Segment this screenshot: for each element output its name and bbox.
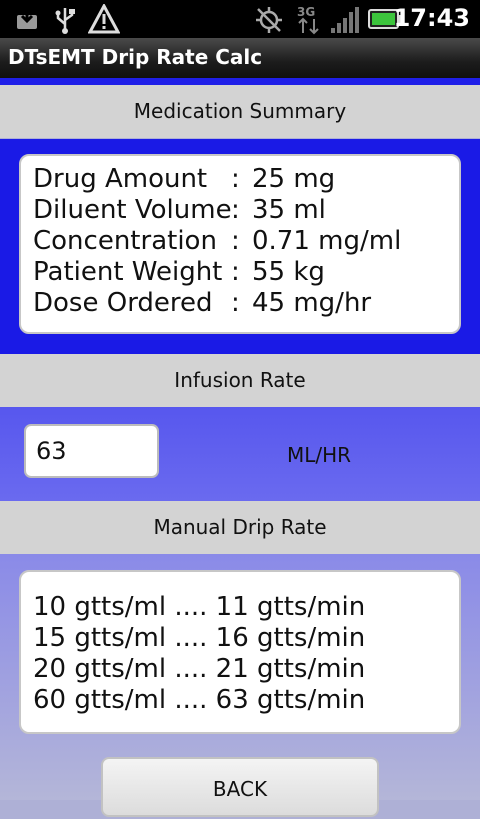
summary-label: Concentration [33,226,217,256]
infusion-rate-unit: ML/HR [287,443,352,467]
gps-off-icon [254,5,284,39]
signal-icon [330,6,360,38]
summary-separator: : [231,257,240,287]
summary-separator: : [231,288,240,318]
summary-label: Diluent Volume [33,195,232,225]
summary-value: 35 ml [252,195,326,225]
summary-value: 25 mg [252,164,336,194]
summary-value: 0.71 mg/ml [252,226,402,256]
app-title: DTsEMT Drip Rate Calc [8,45,263,69]
back-button[interactable]: BACK [101,757,379,817]
summary-label: Dose Ordered [33,288,213,318]
title-divider [0,78,480,85]
summary-separator: : [231,195,240,225]
3g-icon: 3G [296,3,322,39]
summary-separator: : [231,226,240,256]
medication-summary-card: Drug Amount : 25 mg Diluent Volume : 35 … [19,154,461,334]
infusion-rate-header: Infusion Rate [0,354,480,407]
usb-icon [52,6,78,38]
summary-label: Patient Weight [33,257,223,287]
summary-separator: : [231,164,240,194]
summary-value: 55 kg [252,257,325,287]
summary-label: Drug Amount [33,164,208,194]
summary-value: 45 mg/hr [252,288,372,318]
status-bar: 3G 17:43 [0,0,480,38]
drip-rate-line: 60 gtts/ml .... 63 gtts/min [33,685,366,715]
drip-rate-line: 15 gtts/ml .... 16 gtts/min [33,623,366,653]
status-time: 17:43 [393,4,470,32]
svg-text:3G: 3G [297,5,315,19]
download-icon [14,6,40,36]
medication-summary-header: Medication Summary [0,85,480,138]
infusion-rate-input[interactable]: 63 [24,424,159,478]
warning-icon [87,2,121,38]
app-title-bar: DTsEMT Drip Rate Calc [0,38,480,78]
manual-drip-rate-header: Manual Drip Rate [0,501,480,554]
drip-rate-line: 20 gtts/ml .... 21 gtts/min [33,654,366,684]
drip-rate-line: 10 gtts/ml .... 11 gtts/min [33,592,366,622]
manual-drip-rate-card: 10 gtts/ml .... 11 gtts/min 15 gtts/ml .… [19,570,461,734]
